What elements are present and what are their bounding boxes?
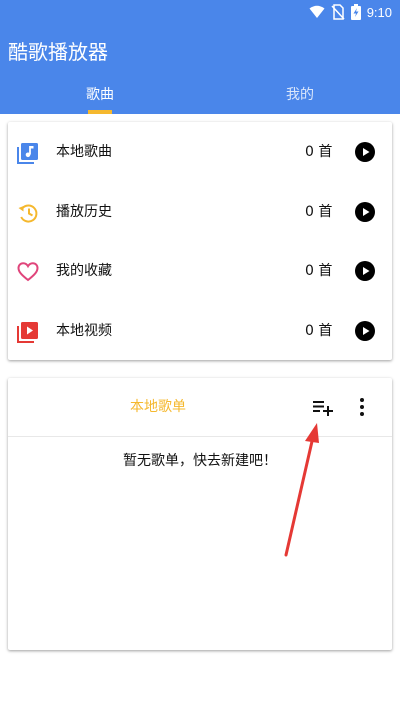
heart-icon bbox=[17, 262, 39, 282]
library-item-label: 播放历史 bbox=[56, 204, 112, 220]
library-item-local-songs[interactable]: 本地歌曲 0 首 bbox=[8, 122, 392, 181]
no-sim-icon bbox=[331, 4, 345, 20]
status-bar: 9:10 bbox=[0, 0, 400, 24]
status-time: 9:10 bbox=[366, 4, 392, 20]
tab-songs[interactable]: 歌曲 bbox=[0, 80, 200, 114]
app-bar: 酷歌播放器 歌曲 我的 bbox=[0, 24, 400, 114]
playlist-empty-text: 暂无歌单，快去新建吧！ bbox=[123, 453, 277, 469]
play-icon[interactable] bbox=[355, 261, 375, 281]
library-item-count: 0 首 bbox=[305, 204, 333, 220]
play-icon[interactable] bbox=[355, 142, 375, 162]
add-playlist-icon[interactable] bbox=[312, 398, 334, 416]
battery-charging-icon bbox=[350, 4, 361, 20]
library-item-label: 本地视频 bbox=[56, 323, 112, 339]
tab-indicator bbox=[88, 110, 112, 114]
playlist-title: 本地歌单 bbox=[130, 399, 186, 415]
library-item-count: 0 首 bbox=[305, 144, 333, 160]
playlist-card: 本地歌单 暂无歌单，快去新建吧！ bbox=[8, 378, 392, 650]
video-library-icon bbox=[17, 322, 38, 343]
library-item-count: 0 首 bbox=[305, 323, 333, 339]
play-icon[interactable] bbox=[355, 321, 375, 341]
more-vert-icon[interactable] bbox=[358, 397, 366, 417]
status-icons: 9:10 bbox=[309, 3, 392, 21]
library-item-count: 0 首 bbox=[305, 263, 333, 279]
library-item-local-videos[interactable]: 本地视频 0 首 bbox=[8, 301, 392, 360]
playlist-divider bbox=[8, 436, 392, 437]
music-library-icon bbox=[17, 143, 38, 164]
library-item-history[interactable]: 播放历史 0 首 bbox=[8, 182, 392, 241]
wifi-icon bbox=[309, 5, 325, 18]
library-item-label: 本地歌曲 bbox=[56, 144, 112, 160]
library-card: 本地歌曲 0 首 播放历史 0 首 我的收藏 0 首 本地视频 0 首 bbox=[8, 122, 392, 360]
history-icon bbox=[18, 204, 38, 223]
play-icon[interactable] bbox=[355, 202, 375, 222]
library-item-label: 我的收藏 bbox=[56, 263, 112, 279]
app-title: 酷歌播放器 bbox=[8, 40, 108, 64]
tab-mine[interactable]: 我的 bbox=[200, 80, 400, 114]
library-item-favorites[interactable]: 我的收藏 0 首 bbox=[8, 241, 392, 300]
